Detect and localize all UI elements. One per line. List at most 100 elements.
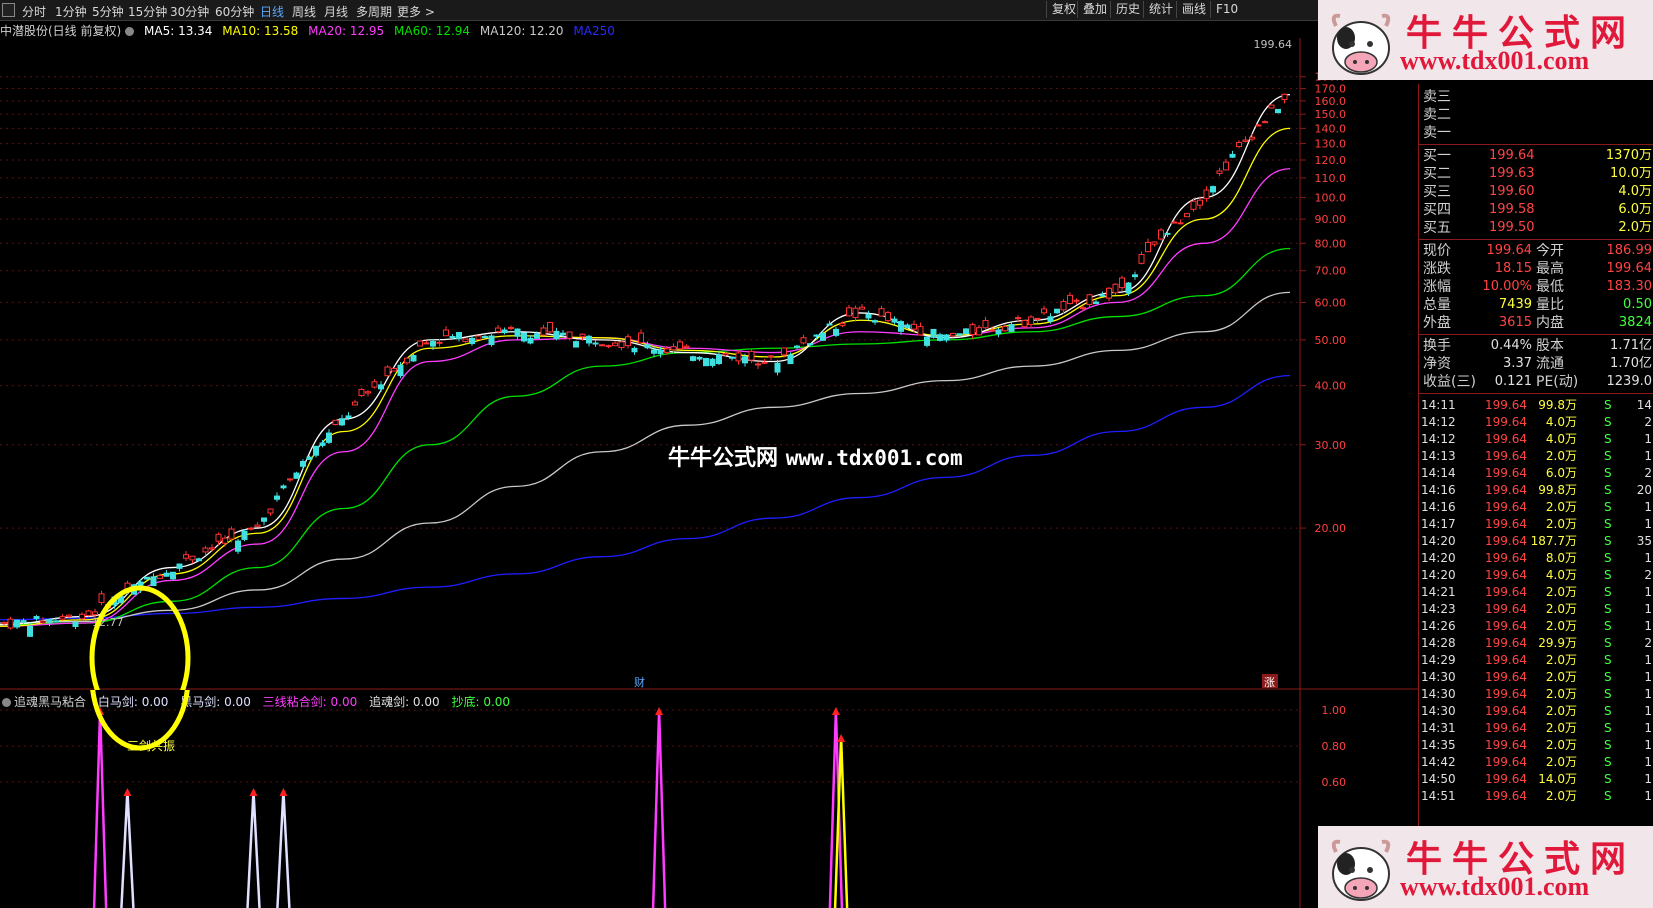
kline-chart[interactable]: 180.0170.0160.0150.0140.0130.0120.0110.0… [0, 38, 1418, 690]
trade-count: 1 [1644, 517, 1652, 531]
sell-row: 卖二 [1419, 106, 1653, 124]
trade-price: 199.64 [1485, 466, 1527, 480]
candle [696, 356, 703, 362]
trade-row: 14:20 199.64 8.0万 S 1 [1419, 549, 1653, 566]
info-label: 流通 [1536, 356, 1564, 372]
candle [391, 367, 397, 372]
stat-label: 最高 [1536, 261, 1564, 277]
candle [196, 557, 202, 562]
candle [144, 576, 150, 580]
candle [846, 305, 852, 317]
buy-price: 199.63 [1489, 166, 1535, 181]
candle [371, 379, 378, 389]
info-value: 1239.0 [1606, 374, 1653, 389]
period-tab[interactable]: 日线 [260, 3, 284, 20]
period-tab[interactable]: 多周期 [356, 3, 392, 20]
candle [1093, 299, 1099, 305]
trade-count: 1 [1644, 687, 1652, 701]
trade-time: 14:17 [1421, 517, 1456, 531]
settings-circle-icon[interactable] [125, 27, 135, 36]
info-label: PE(动) [1536, 374, 1579, 390]
candle [1145, 238, 1151, 253]
trade-price: 199.64 [1485, 585, 1527, 599]
trade-side: S [1604, 789, 1612, 803]
period-tab[interactable]: 分时 [22, 3, 46, 20]
trade-count: 1 [1644, 653, 1652, 667]
candle [378, 381, 384, 392]
period-tab[interactable]: 1分钟 [55, 3, 87, 20]
trade-row: 14:12 199.64 4.0万 S 1 [1419, 430, 1653, 447]
trade-count: 2 [1644, 466, 1652, 480]
trade-price: 199.64 [1485, 772, 1527, 786]
buy-row: 买一 199.64 1370万 [1419, 147, 1653, 165]
trade-price: 199.64 [1485, 551, 1527, 565]
trade-volume: 2.0万 [1545, 704, 1577, 718]
info-value: 1.70亿 [1610, 356, 1652, 371]
candle [735, 350, 742, 365]
candle [1275, 108, 1281, 114]
buy-label: 买二 [1423, 166, 1451, 182]
trade-row: 14:12 199.64 4.0万 S 2 [1419, 413, 1653, 430]
candle [1216, 167, 1223, 177]
trade-side: S [1604, 483, 1612, 497]
toolbar-button[interactable]: 复权 [1046, 1, 1081, 18]
candle [1028, 314, 1034, 329]
menu-icon[interactable] [2, 3, 15, 17]
trade-side: S [1604, 738, 1612, 752]
price-tick-label: 60.00 [1315, 296, 1347, 309]
candle [98, 590, 105, 606]
candle [358, 388, 365, 397]
price-tick-label: 20.00 [1315, 522, 1347, 535]
toolbar-button[interactable]: 历史 [1110, 1, 1145, 18]
period-tab[interactable]: 周线 [292, 3, 316, 20]
candle [46, 618, 53, 627]
period-tab[interactable]: 更多 > [397, 3, 435, 20]
finance-marker[interactable]: 财 [634, 675, 645, 689]
trade-time: 14:16 [1421, 500, 1456, 514]
trade-volume: 2.0万 [1545, 653, 1577, 667]
trade-price: 199.64 [1485, 670, 1527, 684]
stat-value: 186.99 [1606, 243, 1653, 258]
trade-row: 14:42 199.64 2.0万 S 1 [1419, 753, 1653, 770]
buy-label: 买四 [1423, 202, 1451, 218]
trade-price: 199.64 [1485, 449, 1527, 463]
sell-label: 卖一 [1423, 125, 1451, 141]
indicator-chart[interactable]: 1.000.800.60三剑共振 [0, 690, 1418, 908]
sell-label: 卖二 [1423, 107, 1451, 123]
trade-time: 14:30 [1421, 670, 1456, 684]
trade-count: 1 [1644, 738, 1652, 752]
toolbar-button[interactable]: 统计 [1143, 1, 1178, 18]
price-tick-label: 90.00 [1315, 213, 1347, 226]
period-tab[interactable]: 月线 [324, 3, 348, 20]
trade-time: 14:30 [1421, 704, 1456, 718]
period-tab[interactable]: 30分钟 [170, 3, 209, 20]
toolbar-button[interactable]: 叠加 [1077, 1, 1112, 18]
stat-value: 199.64 [1486, 243, 1533, 258]
candle [937, 332, 943, 342]
candle [976, 324, 982, 336]
period-tab[interactable]: 5分钟 [92, 3, 124, 20]
buy-volume: 6.0万 [1618, 202, 1652, 217]
period-tab[interactable]: 15分钟 [128, 3, 167, 20]
period-tab[interactable]: 60分钟 [215, 3, 254, 20]
rise-marker[interactable]: 涨 [1264, 676, 1275, 689]
candle [1177, 219, 1184, 225]
toolbar-button[interactable]: 画线 [1176, 1, 1211, 18]
candle [443, 326, 449, 337]
candle [514, 328, 521, 340]
candle [638, 329, 644, 344]
trade-row: 14:31 199.64 2.0万 S 1 [1419, 719, 1653, 736]
candle [404, 357, 410, 365]
price-tick-label: 50.00 [1315, 334, 1347, 347]
indicator-tick-label: 1.00 [1322, 704, 1347, 717]
toolbar-button[interactable]: F10 [1210, 1, 1243, 18]
candle [917, 322, 924, 336]
info-label: 股本 [1536, 338, 1564, 354]
candle [1132, 271, 1138, 280]
trade-count: 1 [1644, 432, 1652, 446]
candle [631, 346, 638, 355]
price-tick-label: 40.00 [1315, 380, 1347, 393]
stat-label: 涨幅 [1423, 279, 1451, 295]
stat-label: 涨跌 [1423, 261, 1451, 277]
candle [852, 305, 859, 322]
